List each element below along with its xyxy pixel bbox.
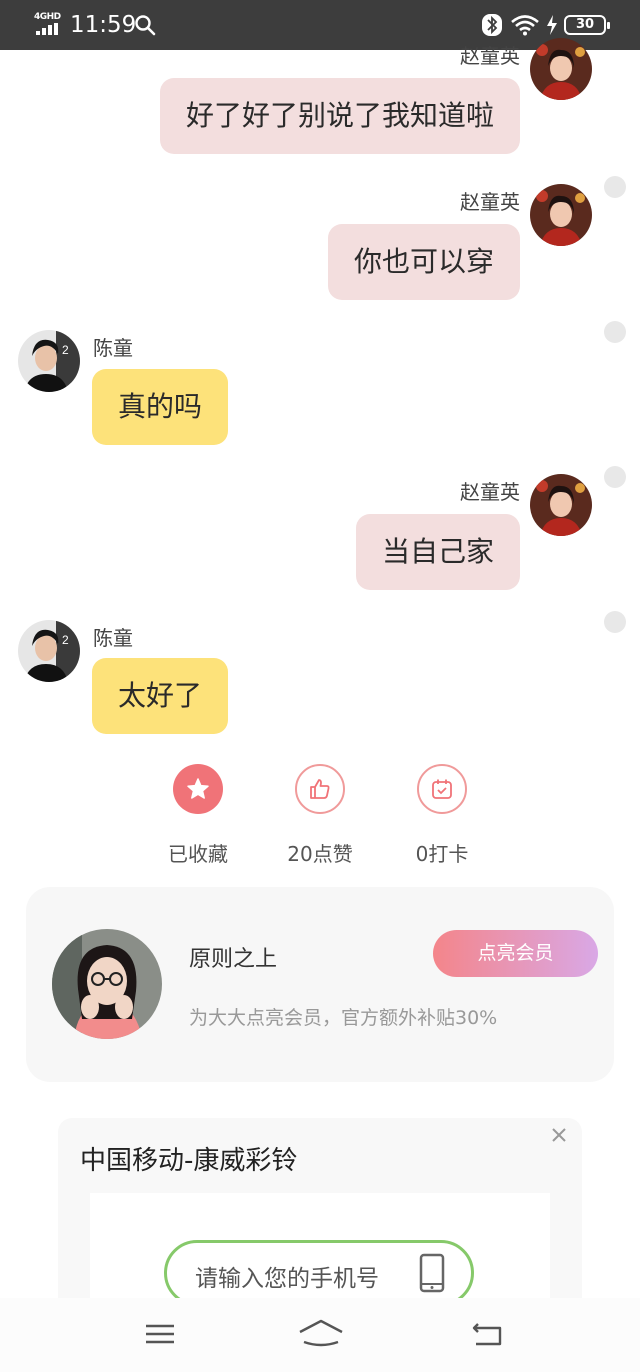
ad-title: 中国移动-康威彩铃 xyxy=(80,1146,298,1176)
sender-name: 赵童英 xyxy=(460,44,520,68)
close-icon[interactable] xyxy=(548,1124,570,1146)
svg-text:2: 2 xyxy=(62,633,69,647)
charging-icon xyxy=(547,15,557,35)
signal-icon xyxy=(36,23,62,35)
read-status-dot xyxy=(604,466,626,488)
sender-name: 陈童 xyxy=(93,626,133,650)
favorite-label: 已收藏 xyxy=(168,842,228,866)
message-bubble[interactable]: 好了好了别说了我知道啦 xyxy=(159,78,520,154)
avatar[interactable] xyxy=(530,38,592,100)
bluetooth-icon xyxy=(482,14,502,36)
member-card: 原则之上 点亮会员 为大大点亮会员，官方额外补贴30% xyxy=(26,887,614,1082)
star-icon xyxy=(173,764,223,814)
navigation-bar xyxy=(0,1298,640,1372)
message-bubble[interactable]: 太好了 xyxy=(92,658,229,734)
message-bubble[interactable]: 你也可以穿 xyxy=(327,224,520,300)
author-avatar[interactable] xyxy=(52,929,162,1039)
checkin-button[interactable]: 0打卡 xyxy=(382,764,502,867)
search-icon xyxy=(135,15,156,36)
avatar[interactable] xyxy=(530,184,592,246)
checkin-count-label: 0打卡 xyxy=(415,842,469,866)
battery-icon: 30 xyxy=(564,15,610,35)
home-icon[interactable] xyxy=(296,1316,346,1352)
sender-name: 赵童英 xyxy=(460,480,520,504)
phone-icon xyxy=(419,1253,445,1293)
network-type: 4GHD xyxy=(34,12,61,22)
phone-input-placeholder: 请输入您的手机号 xyxy=(195,1266,379,1292)
message-bubble[interactable]: 真的吗 xyxy=(92,369,229,445)
svg-text:2: 2 xyxy=(62,343,69,357)
read-status-dot xyxy=(604,611,626,633)
like-count-label: 20点赞 xyxy=(287,842,353,866)
sender-name: 赵童英 xyxy=(460,190,520,214)
avatar[interactable] xyxy=(530,474,592,536)
thumbs-up-icon xyxy=(295,764,345,814)
clock: 11:59 xyxy=(70,12,137,38)
sender-name: 陈童 xyxy=(93,336,133,360)
back-icon[interactable] xyxy=(466,1316,510,1352)
avatar[interactable]: 2 xyxy=(18,330,80,392)
menu-icon[interactable] xyxy=(138,1316,182,1352)
read-status-dot xyxy=(604,176,626,198)
avatar[interactable]: 2 xyxy=(18,620,80,682)
favorite-button[interactable]: 已收藏 xyxy=(138,764,258,867)
read-status-dot xyxy=(604,321,626,343)
battery-level: 30 xyxy=(575,17,595,32)
wifi-icon xyxy=(511,15,539,36)
message-bubble[interactable]: 当自己家 xyxy=(355,514,520,590)
ad-card: 中国移动-康威彩铃 请输入您的手机号 xyxy=(58,1118,582,1298)
activate-membership-button[interactable]: 点亮会员 xyxy=(433,930,598,977)
membership-description: 为大大点亮会员，官方额外补贴30% xyxy=(189,1007,498,1029)
phone-number-input[interactable]: 请输入您的手机号 xyxy=(164,1240,474,1298)
calendar-check-icon xyxy=(417,764,467,814)
like-button[interactable]: 20点赞 xyxy=(260,764,380,867)
author-name: 原则之上 xyxy=(189,947,278,972)
